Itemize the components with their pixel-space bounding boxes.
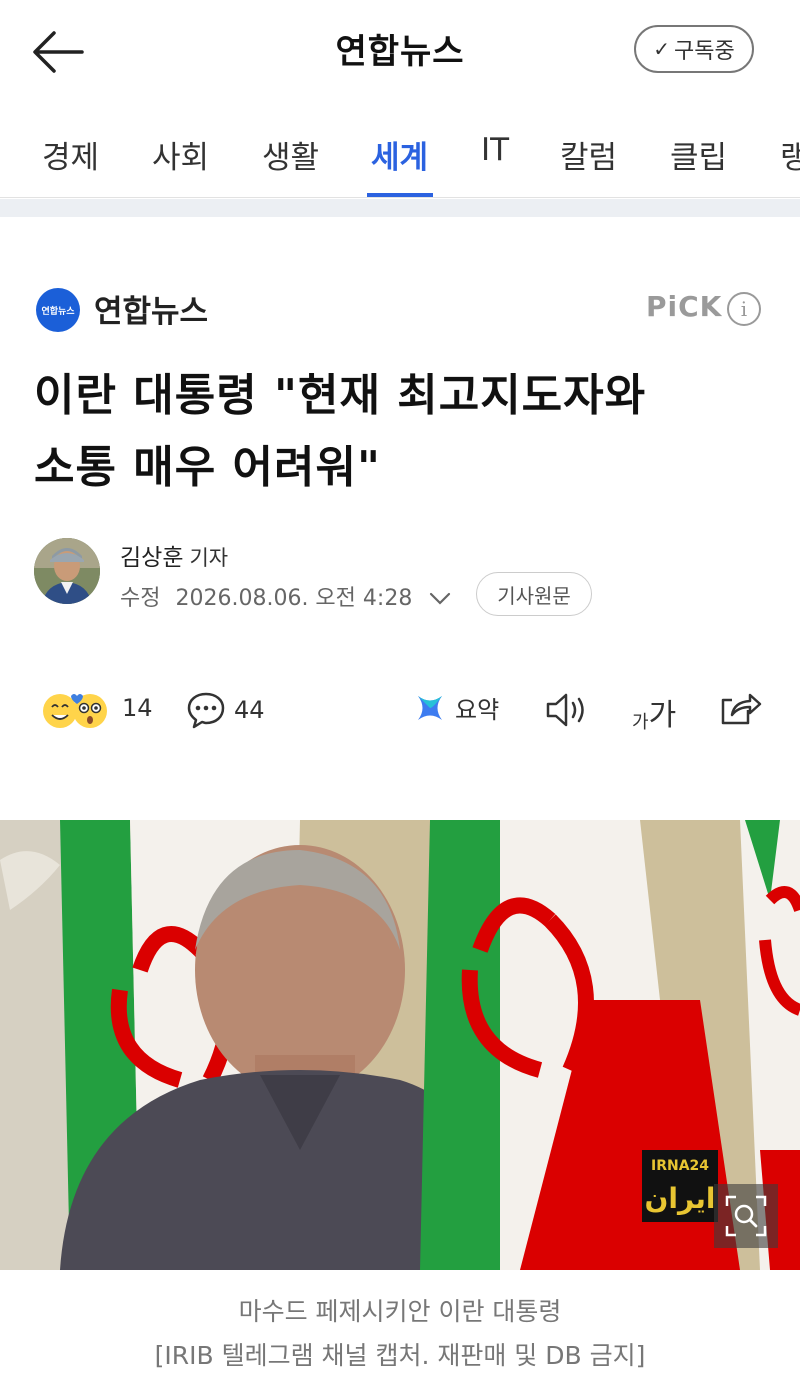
tab-it[interactable]: IT <box>481 132 509 168</box>
speaker-icon <box>546 693 584 727</box>
summary-label: 요약 <box>455 696 500 724</box>
info-icon[interactable]: i <box>727 292 761 326</box>
tab-society[interactable]: 사회 <box>152 132 209 177</box>
reaction-emoji-icon <box>43 694 107 728</box>
font-size-button[interactable]: 가 가 <box>632 690 676 734</box>
press-name[interactable]: 연합뉴스 <box>94 286 208 331</box>
reaction-button[interactable] <box>38 690 114 730</box>
subscribe-label: 구독중 <box>674 39 735 64</box>
author-name-text: 김상훈 <box>120 545 184 571</box>
summary-sparkle-icon <box>418 695 442 720</box>
article-headline: 이란 대통령 "현재 최고지도자와 소통 매우 어려워" <box>34 360 774 504</box>
zoom-button[interactable] <box>714 1184 778 1248</box>
comment-button[interactable]: 44 <box>186 690 265 730</box>
original-article-button[interactable]: 기사원문 <box>476 572 592 616</box>
watermark-bottom: ایران <box>644 1182 715 1215</box>
tab-world[interactable]: 세계 <box>371 132 428 177</box>
comment-count: 44 <box>234 696 265 724</box>
caption-line-2: [IRIB 텔레그램 채널 캡처. 재판매 및 DB 금지] <box>154 1341 646 1370</box>
font-large-glyph: 가 <box>648 698 677 733</box>
caption-line-1: 마수드 페제시키안 이란 대통령 <box>238 1297 562 1326</box>
share-button[interactable] <box>718 690 762 730</box>
font-size-icon: 가 가 <box>632 690 676 734</box>
tab-economy[interactable]: 경제 <box>42 132 99 177</box>
tab-column[interactable]: 칼럼 <box>560 132 617 177</box>
modified-datetime: 2026.08.06. 오전 4:28 <box>175 586 413 611</box>
share-icon <box>721 693 762 725</box>
headline-line-2: 소통 매우 어려워" <box>34 442 381 493</box>
avatar-photo <box>34 538 100 604</box>
tab-clip[interactable]: 클립 <box>670 132 727 177</box>
author-role: 기자 <box>189 546 229 570</box>
subscribe-button[interactable]: ✓ 구독중 <box>634 25 754 73</box>
author-avatar[interactable] <box>34 538 100 604</box>
watermark-top: IRNA24 <box>651 1158 709 1174</box>
check-icon: ✓ <box>653 37 671 61</box>
article-photo[interactable]: IRNA24 ایران <box>0 820 800 1270</box>
summary-button[interactable]: 요약 <box>413 690 499 725</box>
section-divider <box>0 199 800 217</box>
press-logo[interactable]: 연합뉴스 <box>36 288 80 332</box>
reaction-count: 14 <box>122 694 153 722</box>
headline-line-1: 이란 대통령 "현재 최고지도자와 <box>34 370 647 421</box>
zoom-icon <box>725 1195 767 1237</box>
tab-ranking[interactable]: 랭 <box>780 132 800 177</box>
modified-label: 수정 <box>120 586 161 611</box>
photo-caption: 마수드 페제시키안 이란 대통령 [IRIB 텔레그램 채널 캡처. 재판매 및… <box>0 1290 800 1378</box>
chevron-down-icon <box>430 592 451 605</box>
top-bar: 연합뉴스 ✓ 구독중 <box>0 0 800 100</box>
category-tabs: 경제 사회 생활 세계 IT 칼럼 클립 랭 <box>0 110 800 198</box>
article-meta[interactable]: 수정 2026.08.06. 오전 4:28 <box>120 580 451 612</box>
pick-badge: PiCK <box>646 290 723 323</box>
font-small-glyph: 가 <box>632 712 649 733</box>
comment-icon <box>187 692 225 729</box>
active-tab-indicator <box>367 193 433 197</box>
tts-button[interactable] <box>544 690 590 730</box>
author-name[interactable]: 김상훈 기자 <box>120 538 228 572</box>
tab-life[interactable]: 생활 <box>262 132 319 177</box>
photo-image: IRNA24 ایران <box>0 820 800 1270</box>
